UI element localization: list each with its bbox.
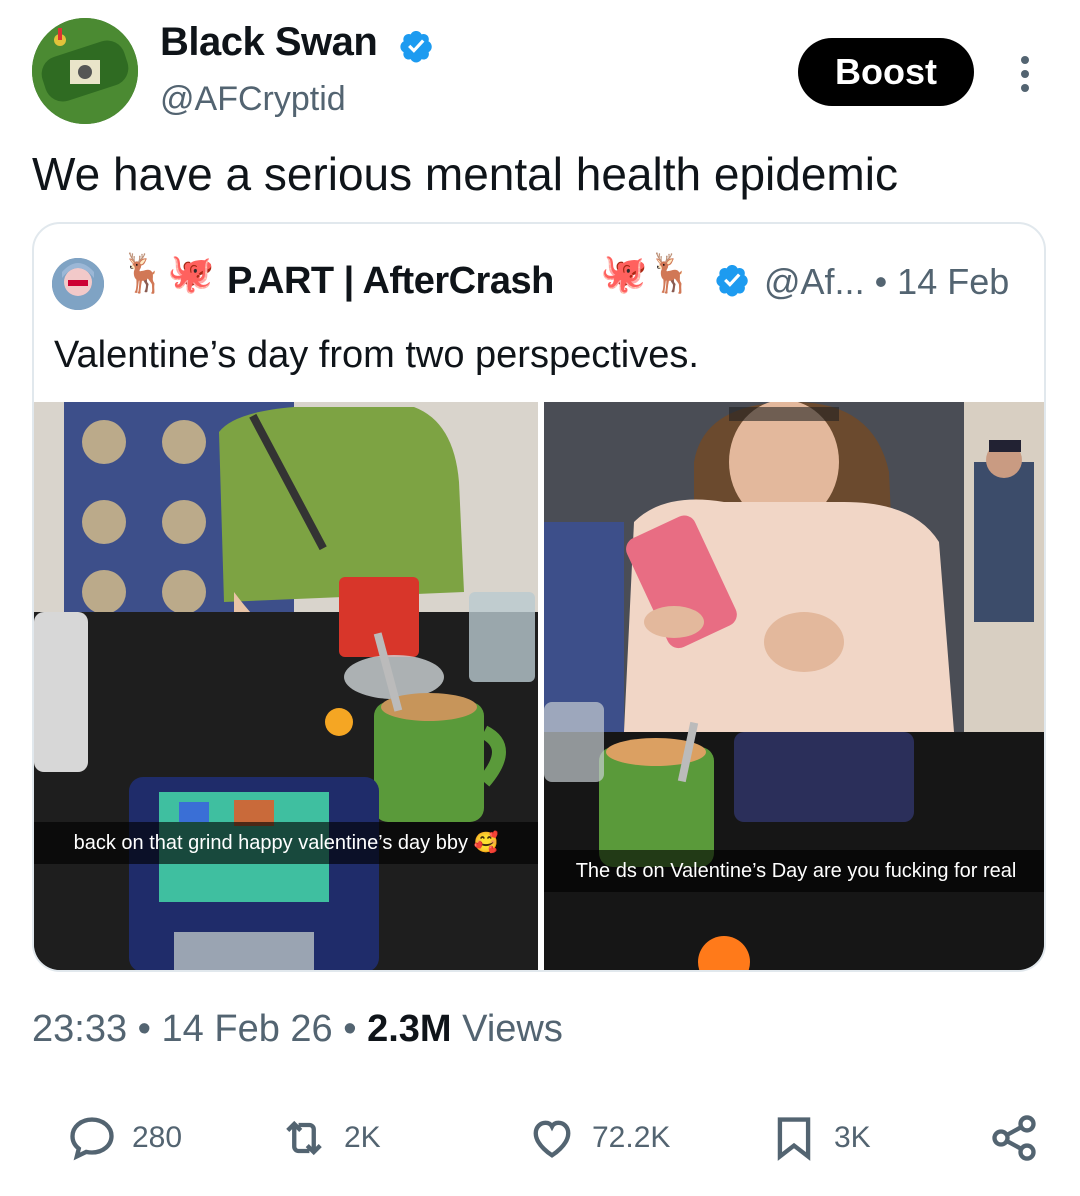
quoted-post-card[interactable]: 🦌🐙 P.ART | AfterCrash 🐙🦌 @Af... • 14 Feb… bbox=[32, 222, 1046, 972]
quote-name-emoji-left: 🦌🐙 bbox=[120, 253, 215, 295]
verified-icon bbox=[716, 265, 748, 297]
author-avatar[interactable] bbox=[32, 18, 138, 124]
views-count: 2.3M bbox=[367, 1008, 452, 1050]
like-icon bbox=[533, 1120, 571, 1158]
quote-handle-and-time[interactable]: @Af... • 14 Feb bbox=[764, 261, 1009, 303]
reply-button[interactable]: 280 bbox=[66, 1110, 182, 1166]
repost-icon bbox=[286, 1120, 322, 1156]
post-time[interactable]: 23:33 bbox=[32, 1008, 127, 1050]
verified-icon bbox=[400, 31, 432, 63]
more-icon[interactable] bbox=[1012, 52, 1038, 96]
meta-separator: • bbox=[137, 1008, 151, 1050]
reply-count: 280 bbox=[132, 1121, 183, 1154]
repost-button[interactable]: 2K bbox=[278, 1110, 381, 1166]
quote-photo-right[interactable]: The ds on Valentine’s Day are you fuckin… bbox=[544, 402, 1044, 970]
quote-avatar[interactable] bbox=[52, 258, 104, 310]
photo-caption-right: The ds on Valentine’s Day are you fuckin… bbox=[544, 850, 1044, 892]
boost-button[interactable]: Boost bbox=[798, 38, 974, 106]
photo-caption-left: back on that grind happy valentine’s day… bbox=[34, 822, 538, 864]
meta-separator: • bbox=[343, 1008, 357, 1050]
like-count: 72.2K bbox=[592, 1121, 671, 1154]
share-button[interactable] bbox=[988, 1110, 1040, 1166]
share-icon bbox=[992, 1115, 1036, 1161]
views-label: Views bbox=[462, 1008, 563, 1050]
author-display-name[interactable]: Black Swan bbox=[160, 20, 378, 65]
repost-count: 2K bbox=[344, 1121, 381, 1154]
like-button[interactable]: 72.2K bbox=[526, 1110, 670, 1166]
post-date[interactable]: 14 Feb 26 bbox=[162, 1008, 333, 1050]
bookmark-count: 3K bbox=[834, 1121, 871, 1154]
author-handle[interactable]: @AFCryptid bbox=[160, 80, 346, 119]
tweet-text: We have a serious mental health epidemic bbox=[32, 148, 898, 200]
bookmark-icon bbox=[777, 1117, 811, 1161]
bookmark-button[interactable]: 3K bbox=[768, 1110, 871, 1166]
quote-text: Valentine’s day from two perspectives. bbox=[54, 334, 699, 376]
reply-icon bbox=[70, 1117, 114, 1161]
quote-name-emoji-right: 🐙🦌 bbox=[600, 253, 695, 295]
post-meta: 23:33 • 14 Feb 26 • 2.3M Views bbox=[32, 1008, 563, 1051]
quote-display-name[interactable]: P.ART | AfterCrash bbox=[227, 260, 554, 303]
quote-photo-left[interactable]: back on that grind happy valentine’s day… bbox=[34, 402, 538, 970]
